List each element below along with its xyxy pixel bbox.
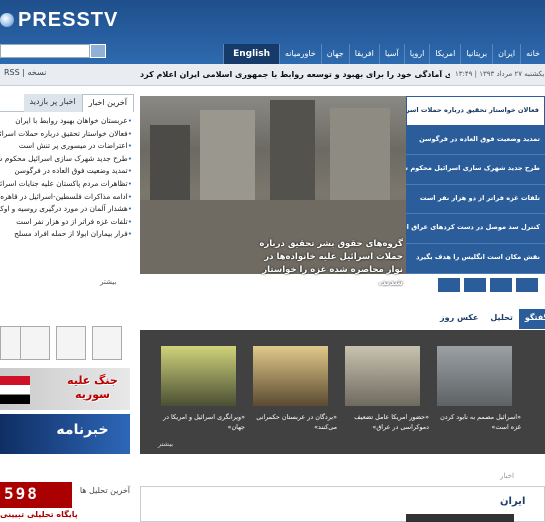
logo-598-number: 598: [4, 484, 39, 503]
headline-item[interactable]: فعالان خواستار تحقیق درباره حملات اسرائی…: [406, 96, 545, 126]
headline-list: فعالان خواستار تحقیق درباره حملات اسرائی…: [406, 96, 545, 274]
tab-most-viewed[interactable]: اخبار پر بازدید: [23, 94, 82, 112]
media-caption[interactable]: «حضور امریکا عامل تضعیف دموکراسی در عراق…: [345, 412, 429, 432]
war-on-syria-banner[interactable]: جنگ علیه سوریه: [0, 368, 130, 410]
feature-image-building: [150, 125, 190, 205]
headline-item[interactable]: کنترل سد موصل در دست کردهای عراق است: [406, 214, 545, 244]
latest-news-list: عربستان خواهان بهبود روابط با ایران فعال…: [0, 116, 132, 242]
search-input[interactable]: [0, 44, 90, 58]
tab-photo-of-day[interactable]: عکس روز: [434, 309, 484, 329]
headline-item[interactable]: تلفات غزه فراتر از دو هزار نفر است: [406, 185, 545, 215]
more-news-link[interactable]: بیشتر: [100, 278, 116, 286]
media-more-link[interactable]: بیشتر: [158, 440, 173, 448]
598-site-logo[interactable]: 598 پایگاه تحلیلی تبیینی: [0, 480, 78, 522]
feature-image-building: [270, 100, 315, 210]
banner-title: جنگ علیه سوریه: [67, 374, 118, 401]
list-item[interactable]: عربستان خواهان بهبود روابط با ایران: [0, 116, 132, 129]
pager-page-button[interactable]: [490, 278, 512, 292]
rss-link[interactable]: RSS | نسخه: [4, 68, 46, 77]
logo-598-subtitle: پایگاه تحلیلی تبیینی: [0, 510, 78, 519]
nav-europe[interactable]: اروپا: [403, 44, 430, 64]
media-thumbnail[interactable]: [253, 346, 328, 406]
headline-item[interactable]: طرح جدید شهرک سازی اسرائیل محکوم شد: [406, 155, 545, 185]
nav-home[interactable]: خانه: [520, 44, 545, 64]
search-button[interactable]: [90, 44, 106, 58]
pager-page-button[interactable]: [464, 278, 486, 292]
nav-asia[interactable]: آسیا: [378, 44, 404, 64]
date-time: یکشنبه ۲۷ مرداد ۱۳۹۳ | ۱۳:۴۹: [455, 70, 545, 78]
headline-pager: [406, 278, 545, 294]
feature-caption[interactable]: گروه‌های حقوق بشر تحقیق درباره حملات اسر…: [245, 238, 403, 290]
media-tabs: گفتگو تحلیل عکس روز: [434, 309, 545, 329]
pager-page-button[interactable]: [438, 278, 460, 292]
syria-flag-icon: [0, 376, 30, 404]
thumbnail[interactable]: [56, 326, 86, 360]
nav-world[interactable]: جهان: [320, 44, 349, 64]
list-item[interactable]: فرار بیماران ابولا از حمله افراد مسلح: [0, 229, 132, 242]
pager-page-button[interactable]: [516, 278, 538, 292]
list-item[interactable]: ادامه مذاکرات فلسطین-اسرائیل در قاهره: [0, 192, 132, 205]
nav-america[interactable]: امریکا: [429, 44, 460, 64]
feature-image-building: [330, 108, 390, 208]
nav-africa[interactable]: افریقا: [348, 44, 379, 64]
list-item[interactable]: تلفات غزه فراتر از دو هزار نفر است: [0, 217, 132, 230]
presstv-logo[interactable]: PRESSTV: [0, 8, 118, 32]
media-thumbnail[interactable]: [161, 346, 236, 406]
media-caption[interactable]: «اسرائیل مصمم به نابود کردن غزه است»: [437, 412, 521, 432]
iran-section-title[interactable]: ایران: [500, 496, 525, 507]
logo-text: PRESSTV: [18, 8, 119, 31]
tab-latest-news[interactable]: آخرین اخبار: [81, 94, 134, 112]
ticker-headline[interactable]: عربستان سعودی آمادگی خود را برای بهبود و…: [140, 70, 450, 79]
iran-section-images[interactable]: [406, 514, 514, 522]
thumbnail[interactable]: [92, 326, 122, 360]
list-item[interactable]: هشدار آلمان در مورد درگیری روسیه و اوکرا…: [0, 204, 132, 217]
news-tabs: آخرین اخبار اخبار پر بازدید: [0, 94, 134, 112]
nav-britain[interactable]: بریتانیا: [460, 44, 492, 64]
nav-english[interactable]: English: [223, 44, 280, 64]
tab-interview[interactable]: گفتگو: [518, 309, 545, 329]
nav-iran[interactable]: ایران: [492, 44, 520, 64]
newsletter-banner[interactable]: خبرنامه: [0, 414, 130, 454]
news-section-label: اخبار: [500, 472, 514, 480]
media-thumbnail[interactable]: [437, 346, 512, 406]
list-item[interactable]: فعالان خواستار تحقیق درباره حملات اسرائی…: [0, 129, 132, 142]
tab-analysis[interactable]: تحلیل: [484, 309, 518, 329]
nav-middle-east[interactable]: خاورمیانه: [279, 44, 321, 64]
globe-icon: [0, 13, 14, 27]
banner-title: خبرنامه: [56, 422, 109, 438]
list-item[interactable]: تمدید وضعیت فوق العاده در فرگوسن: [0, 166, 132, 179]
headline-item[interactable]: نقش مکان است انگلیس را هدف بگیرد: [406, 244, 545, 274]
list-item[interactable]: طرح جدید شهرک سازی اسرائیل محکوم شد: [0, 154, 132, 167]
list-item[interactable]: اعتراضات در میسوری پر تنش است: [0, 141, 132, 154]
thumbnail[interactable]: [20, 326, 50, 360]
media-caption[interactable]: «بردگان در عربستان حکمرانی می‌کنند»: [253, 412, 337, 432]
headline-item[interactable]: تمدید وضعیت فوق العاده در فرگوسن: [406, 126, 545, 156]
list-item[interactable]: تظاهرات مردم پاکستان علیه جنایات اسرائیل: [0, 179, 132, 192]
side-thumbnails: [0, 326, 134, 362]
feature-image-building: [200, 110, 255, 205]
media-thumbnail[interactable]: [345, 346, 420, 406]
main-nav: خانه ایران بریتانیا امریکا اروپا آسیا اف…: [168, 44, 545, 64]
media-caption[interactable]: «ویرانگری اسرائیل و امریکا در جهان»: [161, 412, 245, 432]
